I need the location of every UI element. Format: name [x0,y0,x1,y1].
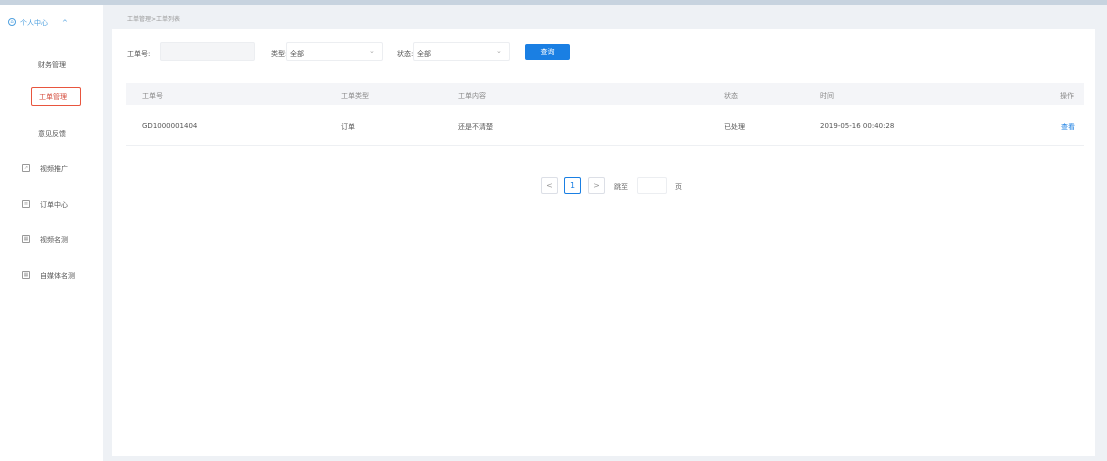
goto-page-input[interactable] [637,177,667,194]
sidebar-item-label: 工单管理 [39,93,67,101]
order-no-label: 工单号: [127,50,151,58]
sidebar-item-finance[interactable]: 财务管理 [0,54,103,76]
cell-status: 已处理 [724,123,745,131]
sidebar-item-feedback[interactable]: 意见反馈 [0,123,103,145]
sidebar-item-label: 视频推广 [40,165,68,173]
cell-type: 订单 [341,123,355,131]
home-icon: ⌂ [8,18,16,26]
goto-label: 跳至 [614,183,628,191]
image-icon: ▦ [22,235,30,243]
sidebar-header-label: 个人中心 [20,19,48,27]
column-header-type: 工单类型 [341,92,369,100]
sidebar-item-self-media-test[interactable]: ▦ 自媒体名测 [0,265,103,287]
chevron-down-icon: ⌄ [369,47,375,55]
image-icon: ▦ [22,271,30,279]
row-divider [126,145,1084,146]
type-label: 类型: [271,50,288,58]
cell-time: 2019-05-16 00:40:28 [820,122,895,130]
view-link[interactable]: 查看 [1061,122,1075,132]
sidebar-item-label: 财务管理 [38,61,66,69]
column-header-action: 操作 [1060,92,1074,100]
sidebar: ⌂ 个人中心 ^ 财务管理 工单管理 意见反馈 ↗ 视频推广 ≡ 订单中心 ▦ … [0,5,103,461]
sidebar-item-video-test[interactable]: ▦ 视频名测 [0,229,103,251]
next-page-button[interactable]: > [588,177,605,194]
status-label: 状态: [397,50,414,58]
sidebar-item-label: 订单中心 [40,201,68,209]
sidebar-item-label: 意见反馈 [38,130,66,138]
column-header-order-no: 工单号 [142,92,163,100]
column-header-time: 时间 [820,92,834,100]
chevron-up-icon: ^ [62,19,68,27]
table-header [126,83,1084,105]
type-select-value: 全部 [290,50,304,58]
sidebar-item-label: 视频名测 [40,236,68,244]
sidebar-item-order-center[interactable]: ≡ 订单中心 [0,194,103,216]
sidebar-item-label: 自媒体名测 [40,272,75,280]
page-button-current[interactable]: 1 [564,177,581,194]
sidebar-item-ticket-management[interactable]: 工单管理 [0,86,103,108]
breadcrumb: 工单管理>工单列表 [127,16,181,23]
page-suffix-label: 页 [675,183,682,191]
sidebar-header-personal-center[interactable]: ⌂ 个人中心 ^ [0,12,103,34]
external-link-icon: ↗ [22,164,30,172]
sidebar-item-video-promotion[interactable]: ↗ 视频推广 [0,158,103,180]
chevron-down-icon: ⌄ [496,47,502,55]
prev-page-button[interactable]: < [541,177,558,194]
order-no-input[interactable] [160,42,255,61]
column-header-content: 工单内容 [458,92,486,100]
list-icon: ≡ [22,200,30,208]
query-button[interactable]: 查询 [525,44,570,60]
status-select-value: 全部 [417,50,431,58]
cell-content: 还是不清楚 [458,123,493,131]
cell-order-no: GD1000001404 [142,122,198,130]
column-header-status: 状态 [724,92,738,100]
